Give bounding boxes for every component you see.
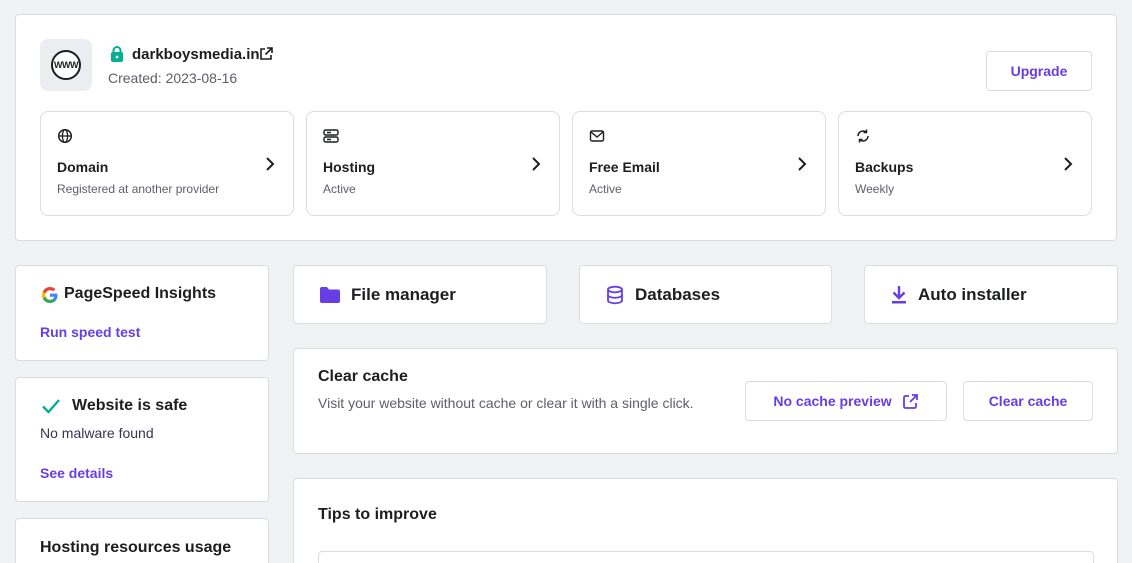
- no-cache-preview-label: No cache preview: [773, 393, 892, 409]
- chevron-right-icon: [796, 156, 808, 172]
- security-subtitle: No malware found: [40, 425, 154, 441]
- tile-free-email[interactable]: Free Email Active: [572, 111, 826, 216]
- tile-backups[interactable]: Backups Weekly: [838, 111, 1092, 216]
- tile-domain[interactable]: Domain Registered at another provider: [40, 111, 294, 216]
- security-title: Website is safe: [72, 397, 188, 414]
- tile-subtitle: Active: [323, 182, 356, 196]
- clear-cache-button[interactable]: Clear cache: [963, 381, 1093, 421]
- external-link-icon[interactable]: [259, 47, 273, 61]
- clear-cache-description: Visit your website without cache or clea…: [318, 395, 694, 411]
- no-cache-preview-button[interactable]: No cache preview: [745, 381, 947, 421]
- tile-title: Backups: [855, 159, 914, 175]
- tile-hosting[interactable]: Hosting Active: [306, 111, 560, 216]
- tips-card: Tips to improve: [293, 478, 1118, 563]
- tile-subtitle: Active: [589, 182, 622, 196]
- security-card: Website is safe No malware found See det…: [15, 377, 269, 502]
- site-overview-card: WWW darkboysmedia.in Created: 2023-08-16…: [15, 14, 1117, 241]
- tile-subtitle: Weekly: [855, 182, 895, 196]
- resources-title: Hosting resources usage: [40, 539, 232, 556]
- checkmark-icon: [41, 397, 61, 415]
- external-link-icon: [902, 393, 919, 410]
- clear-cache-title: Clear cache: [318, 368, 408, 385]
- avatar-text: WWW: [54, 60, 78, 70]
- www-icon: WWW: [51, 50, 81, 80]
- chevron-right-icon: [264, 156, 276, 172]
- run-speed-test-link[interactable]: Run speed test: [40, 324, 140, 340]
- folder-icon: [319, 286, 341, 304]
- pagespeed-title: PageSpeed Insights: [64, 285, 217, 302]
- tips-list-box: [318, 551, 1094, 563]
- tile-subtitle: Registered at another provider: [57, 182, 220, 196]
- chevron-right-icon: [1062, 156, 1074, 172]
- clear-cache-card: Clear cache Visit your website without c…: [293, 348, 1118, 454]
- created-date: Created: 2023-08-16: [108, 70, 238, 86]
- tips-title: Tips to improve: [318, 506, 437, 523]
- see-details-link[interactable]: See details: [40, 465, 113, 481]
- pagespeed-card: PageSpeed Insights Run speed test: [15, 265, 269, 361]
- auto-installer-label: Auto installer: [918, 284, 1027, 304]
- file-manager-label: File manager: [351, 284, 456, 304]
- tile-title: Free Email: [589, 159, 660, 175]
- databases-button[interactable]: Databases: [579, 265, 832, 324]
- server-icon: [323, 128, 339, 144]
- domain-link[interactable]: darkboysmedia.in: [132, 46, 260, 63]
- chevron-right-icon: [530, 156, 542, 172]
- lock-icon: [110, 46, 124, 62]
- file-manager-button[interactable]: File manager: [293, 265, 547, 324]
- mail-icon: [589, 128, 605, 144]
- download-icon: [890, 285, 908, 305]
- google-icon: [41, 286, 59, 304]
- resources-card: Hosting resources usage: [15, 518, 269, 563]
- database-icon: [605, 285, 625, 305]
- upgrade-button[interactable]: Upgrade: [986, 51, 1092, 91]
- site-avatar: WWW: [40, 39, 92, 91]
- databases-label: Databases: [635, 284, 721, 304]
- tile-title: Hosting: [323, 159, 376, 175]
- tile-title: Domain: [57, 159, 109, 175]
- auto-installer-button[interactable]: Auto installer: [864, 265, 1118, 324]
- refresh-icon: [855, 128, 871, 144]
- globe-icon: [57, 128, 73, 144]
